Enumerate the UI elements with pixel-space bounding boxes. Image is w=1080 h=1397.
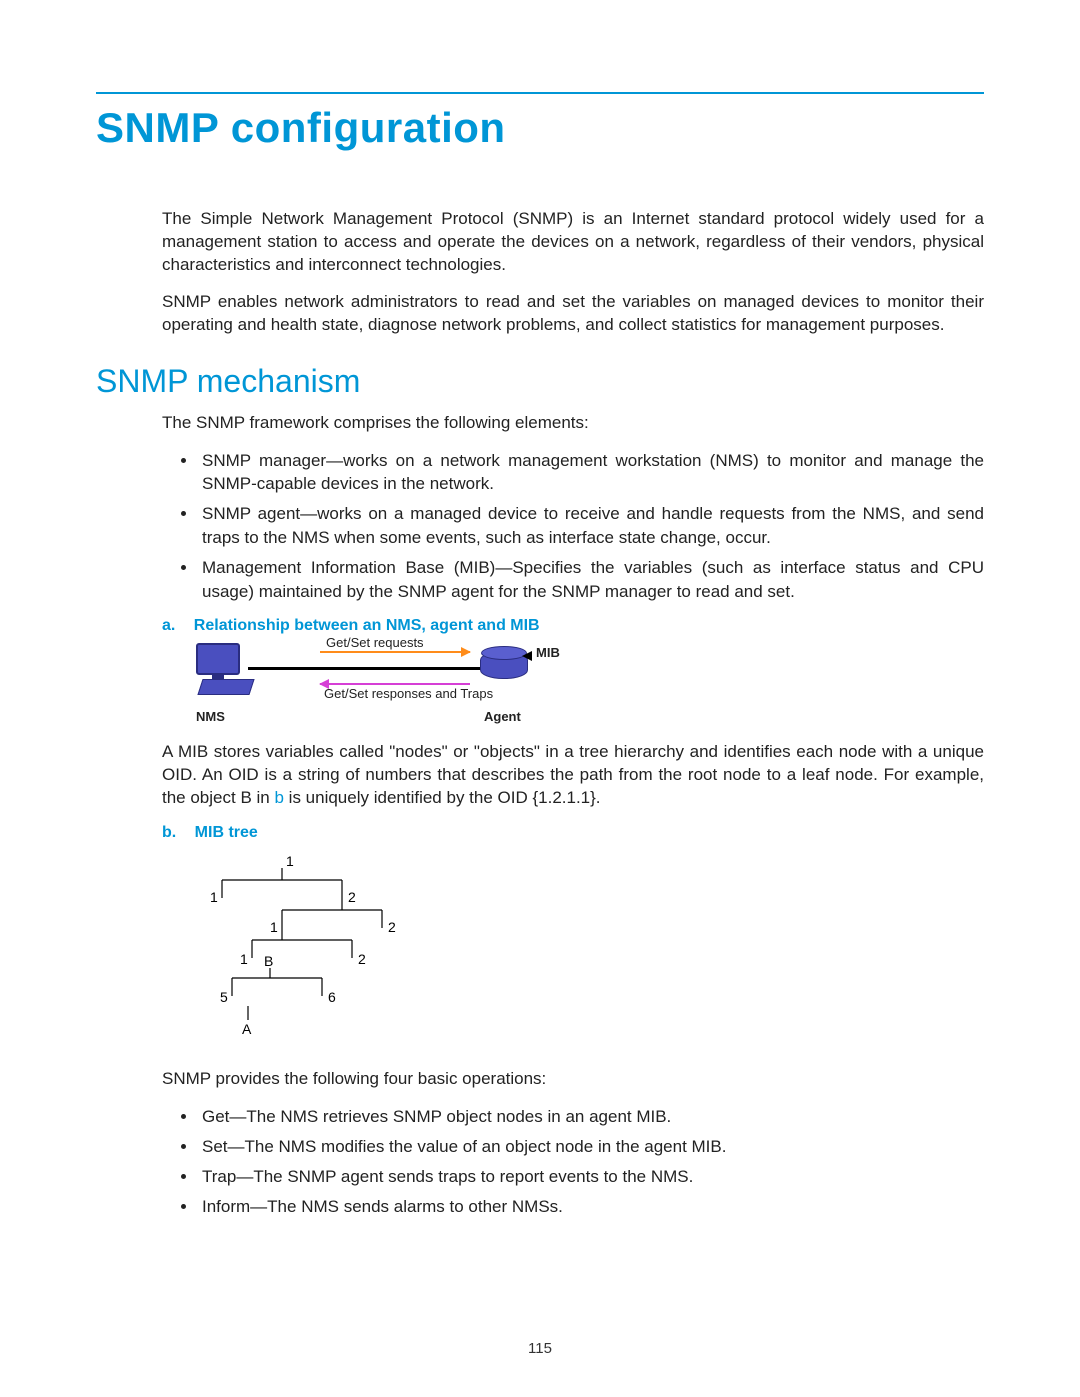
arrow-requests: [320, 651, 470, 653]
svg-text:1: 1: [210, 889, 218, 905]
figure-b-title: MIB tree: [195, 824, 258, 841]
page-number: 115: [0, 1340, 1080, 1357]
svg-text:1: 1: [286, 853, 294, 869]
elements-lead: The SNMP framework comprises the followi…: [162, 412, 984, 435]
figure-a-label: a.: [162, 617, 175, 634]
connection-line: [248, 667, 480, 670]
label-nms: NMS: [196, 709, 225, 724]
figure-a-caption: a. Relationship between an NMS, agent an…: [162, 617, 984, 635]
operations-list: Get—The NMS retrieves SNMP object nodes …: [162, 1105, 984, 1218]
label-responses: Get/Set responses and Traps: [324, 687, 464, 702]
page-title: SNMP configuration: [96, 104, 984, 152]
svg-text:5: 5: [220, 989, 228, 1005]
document-page: SNMP configuration The Simple Network Ma…: [0, 0, 1080, 1397]
svg-text:1: 1: [270, 919, 278, 935]
svg-text:2: 2: [388, 919, 396, 935]
svg-text:1: 1: [240, 951, 248, 967]
elements-list: SNMP manager—works on a network manageme…: [162, 449, 984, 604]
operations-lead: SNMP provides the following four basic o…: [162, 1068, 984, 1091]
list-item: Trap—The SNMP agent sends traps to repor…: [198, 1165, 984, 1189]
mib-para-post: is uniquely identified by the OID {1.2.1…: [284, 788, 601, 807]
section-heading: SNMP mechanism: [96, 363, 984, 400]
mib-paragraph: A MIB stores variables called "nodes" or…: [162, 741, 984, 810]
svg-text:A: A: [242, 1021, 252, 1037]
top-rule: [96, 92, 984, 94]
label-agent: Agent: [484, 709, 521, 724]
list-item: Get—The NMS retrieves SNMP object nodes …: [198, 1105, 984, 1129]
svg-text:2: 2: [358, 951, 366, 967]
label-requests: Get/Set requests: [326, 635, 424, 650]
section-body: The SNMP framework comprises the followi…: [162, 412, 984, 1219]
figure-b-caption: b. MIB tree: [162, 824, 984, 842]
list-item: Inform—The NMS sends alarms to other NMS…: [198, 1195, 984, 1219]
list-item: SNMP agent—works on a managed device to …: [198, 502, 984, 550]
list-item: Set—The NMS modifies the value of an obj…: [198, 1135, 984, 1159]
svg-text:2: 2: [348, 889, 356, 905]
figure-b-label: b.: [162, 824, 176, 841]
list-item: SNMP manager—works on a network manageme…: [198, 449, 984, 497]
mib-para-link[interactable]: b: [274, 788, 283, 807]
list-item: Management Information Base (MIB)—Specif…: [198, 556, 984, 604]
figure-b-diagram: 1 1 2 1 2 1 2 B 5 6 A: [192, 850, 984, 1050]
svg-text:6: 6: [328, 989, 336, 1005]
svg-text:B: B: [264, 953, 273, 969]
figure-a-diagram: Get/Set requests Get/Set responses and T…: [196, 643, 984, 727]
router-icon: [480, 651, 526, 683]
label-mib: MIB: [536, 645, 560, 660]
intro-paragraph-1: The Simple Network Management Protocol (…: [162, 208, 984, 277]
nms-icon: [196, 643, 240, 675]
arrow-responses: [320, 683, 470, 685]
figure-a-title: Relationship between an NMS, agent and M…: [194, 617, 540, 634]
intro-block: The Simple Network Management Protocol (…: [162, 208, 984, 337]
intro-paragraph-2: SNMP enables network administrators to r…: [162, 291, 984, 337]
